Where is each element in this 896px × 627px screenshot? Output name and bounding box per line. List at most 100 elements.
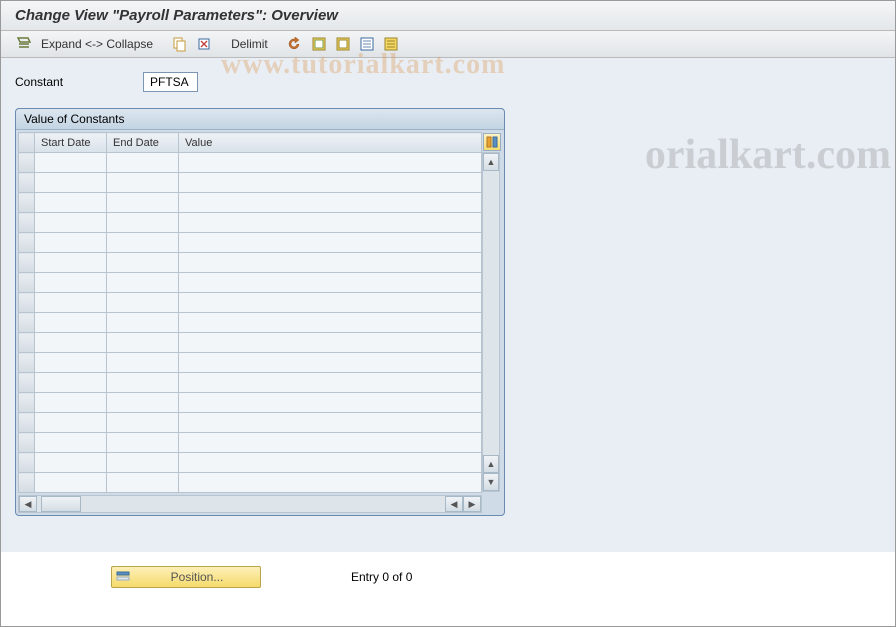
cell-start-date[interactable] (35, 453, 107, 473)
cell-start-date[interactable] (35, 173, 107, 193)
cell-end-date[interactable] (107, 353, 179, 373)
cell-end-date[interactable] (107, 413, 179, 433)
table-row[interactable] (19, 433, 482, 453)
cell-start-date[interactable] (35, 413, 107, 433)
copy-icon[interactable] (171, 35, 189, 53)
cell-value[interactable] (179, 473, 482, 493)
cell-value[interactable] (179, 433, 482, 453)
expand-collapse-button[interactable]: Expand <-> Collapse (39, 37, 155, 51)
cell-start-date[interactable] (35, 253, 107, 273)
scroll-left2-button[interactable]: ◀ (445, 496, 463, 512)
cell-end-date[interactable] (107, 293, 179, 313)
table-row[interactable] (19, 413, 482, 433)
cell-value[interactable] (179, 393, 482, 413)
cell-start-date[interactable] (35, 433, 107, 453)
print-icon[interactable] (358, 35, 376, 53)
table-row[interactable] (19, 173, 482, 193)
cell-value[interactable] (179, 253, 482, 273)
cell-value[interactable] (179, 353, 482, 373)
table-row[interactable] (19, 193, 482, 213)
column-config-button[interactable] (483, 133, 501, 151)
row-selector[interactable] (19, 273, 35, 293)
row-selector[interactable] (19, 433, 35, 453)
deselect-all-icon[interactable] (334, 35, 352, 53)
row-selector[interactable] (19, 193, 35, 213)
position-button[interactable]: Position... (111, 566, 261, 588)
cell-start-date[interactable] (35, 153, 107, 173)
cell-value[interactable] (179, 153, 482, 173)
row-selector[interactable] (19, 253, 35, 273)
row-selector[interactable] (19, 353, 35, 373)
table-row[interactable] (19, 313, 482, 333)
row-selector[interactable] (19, 393, 35, 413)
cell-end-date[interactable] (107, 213, 179, 233)
cell-start-date[interactable] (35, 353, 107, 373)
cell-start-date[interactable] (35, 233, 107, 253)
table-row[interactable] (19, 473, 482, 493)
table-row[interactable] (19, 333, 482, 353)
row-selector[interactable] (19, 213, 35, 233)
cell-start-date[interactable] (35, 293, 107, 313)
cell-value[interactable] (179, 193, 482, 213)
table-row[interactable] (19, 273, 482, 293)
table-row[interactable] (19, 393, 482, 413)
constant-value[interactable]: PFTSA (143, 72, 198, 92)
cell-end-date[interactable] (107, 373, 179, 393)
cell-end-date[interactable] (107, 253, 179, 273)
col-value[interactable]: Value (179, 133, 482, 153)
table-row[interactable] (19, 253, 482, 273)
vertical-scrollbar[interactable]: ▲ ▲ ▼ (482, 152, 500, 492)
table-row[interactable] (19, 453, 482, 473)
scroll-up2-button[interactable]: ▲ (483, 455, 499, 473)
row-selector[interactable] (19, 473, 35, 493)
row-selector-header[interactable] (19, 133, 35, 153)
scroll-left-button[interactable]: ◀ (19, 496, 37, 512)
export-icon[interactable] (382, 35, 400, 53)
cell-start-date[interactable] (35, 313, 107, 333)
cell-value[interactable] (179, 333, 482, 353)
row-selector[interactable] (19, 153, 35, 173)
row-selector[interactable] (19, 233, 35, 253)
cell-start-date[interactable] (35, 473, 107, 493)
col-end-date[interactable]: End Date (107, 133, 179, 153)
row-selector[interactable] (19, 333, 35, 353)
table-row[interactable] (19, 233, 482, 253)
cell-end-date[interactable] (107, 153, 179, 173)
row-selector[interactable] (19, 373, 35, 393)
undo-icon[interactable] (286, 35, 304, 53)
table-row[interactable] (19, 153, 482, 173)
scroll-right-button[interactable]: ▶ (463, 496, 481, 512)
col-start-date[interactable]: Start Date (35, 133, 107, 153)
cell-end-date[interactable] (107, 393, 179, 413)
cell-end-date[interactable] (107, 273, 179, 293)
scroll-down-button[interactable]: ▼ (483, 473, 499, 491)
row-selector[interactable] (19, 173, 35, 193)
cell-end-date[interactable] (107, 173, 179, 193)
cell-start-date[interactable] (35, 373, 107, 393)
cell-value[interactable] (179, 453, 482, 473)
cell-start-date[interactable] (35, 393, 107, 413)
delimit-button[interactable]: Delimit (229, 37, 270, 51)
cell-value[interactable] (179, 293, 482, 313)
horizontal-scrollbar[interactable]: ◀ ◀ ▶ (18, 495, 482, 513)
row-selector[interactable] (19, 313, 35, 333)
cell-end-date[interactable] (107, 473, 179, 493)
cell-start-date[interactable] (35, 273, 107, 293)
row-selector[interactable] (19, 293, 35, 313)
table-row[interactable] (19, 373, 482, 393)
constants-table[interactable]: Start Date End Date Value (18, 132, 482, 493)
row-selector[interactable] (19, 453, 35, 473)
delete-icon[interactable] (195, 35, 213, 53)
table-row[interactable] (19, 353, 482, 373)
cell-start-date[interactable] (35, 213, 107, 233)
cell-start-date[interactable] (35, 333, 107, 353)
cell-start-date[interactable] (35, 193, 107, 213)
scroll-thumb[interactable] (41, 496, 81, 512)
cell-value[interactable] (179, 273, 482, 293)
cell-end-date[interactable] (107, 193, 179, 213)
select-all-icon[interactable] (310, 35, 328, 53)
scroll-up-button[interactable]: ▲ (483, 153, 499, 171)
cell-value[interactable] (179, 373, 482, 393)
details-icon[interactable] (15, 35, 33, 53)
table-row[interactable] (19, 293, 482, 313)
